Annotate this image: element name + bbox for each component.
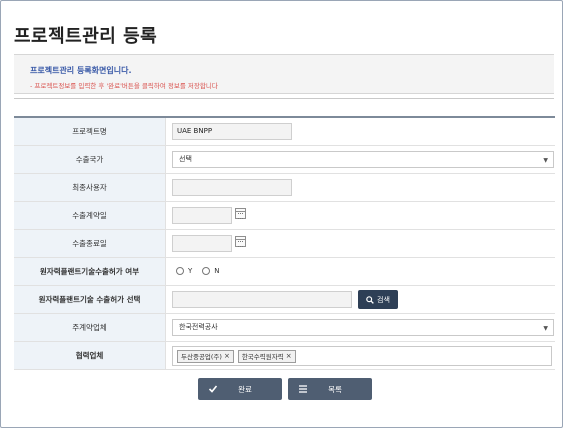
partner-tag: 한국수력원자력 × (237, 349, 296, 363)
search-icon (366, 295, 374, 304)
row-export-permit-flag: 원자력플랜트기술수출허가 여부 Y N (14, 258, 555, 286)
notice-text: - 프로젝트정보를 입력한 후 '완료'버튼을 클릭하여 정보를 저장합니다 (30, 82, 218, 90)
partner-tag-label: 한국수력원자력 (241, 353, 284, 361)
partner-tag-label: 두산중공업(주) (181, 353, 222, 361)
prime-contractor-select[interactable]: 한국전력공사 ▼ (172, 319, 554, 336)
radio-yes-label: Y (188, 267, 193, 275)
radio-no[interactable] (202, 267, 211, 275)
export-country-value: 선택 (179, 155, 192, 163)
partner-tag: 두산중공업(주) × (177, 349, 234, 363)
end-user-label: 최종사용자 (14, 174, 166, 201)
partners-tag-input[interactable]: 두산중공업(주) × 한국수력원자력 × (172, 346, 552, 366)
export-country-select[interactable]: 선택 ▼ (172, 151, 554, 168)
prime-contractor-label: 주계약업체 (14, 314, 166, 341)
project-name-label: 프로젝트명 (14, 118, 166, 145)
calendar-icon[interactable] (235, 208, 246, 219)
calendar-icon[interactable] (235, 236, 246, 247)
complete-button[interactable]: 완료 (198, 378, 282, 400)
search-button-label: 검색 (377, 295, 390, 304)
project-name-input[interactable]: UAE BNPP (172, 123, 292, 140)
export-permit-input[interactable] (172, 291, 352, 308)
end-date-input[interactable] (172, 235, 232, 252)
radio-no-label: N (214, 267, 220, 275)
row-prime-contractor: 주계약업체 한국전력공사 ▼ (14, 314, 555, 342)
close-icon[interactable]: × (224, 352, 230, 360)
row-export-permit-select: 원자력플랜트기술 수출허가 선택 검색 (14, 286, 555, 314)
search-button[interactable]: 검색 (358, 290, 398, 309)
page-title: 프로젝트관리 등록 (14, 26, 158, 47)
action-buttons: 완료 목록 (198, 378, 372, 400)
caret-down-icon: ▼ (543, 325, 548, 332)
row-contract-date: 수출계약일 (14, 202, 555, 230)
export-permit-flag-label: 원자력플랜트기술수출허가 여부 (14, 258, 166, 285)
prime-contractor-value: 한국전력공사 (179, 323, 218, 331)
end-user-input[interactable] (172, 179, 292, 196)
project-form: 프로젝트명 UAE BNPP 수출국가 선택 ▼ 최종사용자 수출계약일 수출종… (14, 116, 555, 370)
row-end-date: 수출종료일 (14, 230, 555, 258)
row-end-user: 최종사용자 (14, 174, 555, 202)
notice-title: 프로젝트관리 등록화면입니다. (30, 66, 132, 75)
divider (14, 98, 554, 99)
export-country-label: 수출국가 (14, 146, 166, 173)
export-permit-select-label: 원자력플랜트기술 수출허가 선택 (14, 286, 166, 313)
end-date-label: 수출종료일 (14, 230, 166, 257)
partners-label: 협력업체 (14, 342, 166, 369)
row-export-country: 수출국가 선택 ▼ (14, 146, 555, 174)
row-partners: 협력업체 두산중공업(주) × 한국수력원자력 × (14, 342, 555, 370)
notice-box: 프로젝트관리 등록화면입니다. - 프로젝트정보를 입력한 후 '완료'버튼을 … (14, 54, 554, 94)
radio-yes[interactable] (176, 267, 184, 275)
list-button[interactable]: 목록 (288, 378, 372, 400)
contract-date-label: 수출계약일 (14, 202, 166, 229)
row-project-name: 프로젝트명 UAE BNPP (14, 118, 555, 146)
check-icon (208, 385, 218, 393)
caret-down-icon: ▼ (543, 157, 548, 164)
close-icon[interactable]: × (286, 352, 292, 360)
list-icon (299, 385, 307, 393)
contract-date-input[interactable] (172, 207, 232, 224)
permit-radio-group: Y N (176, 267, 226, 275)
